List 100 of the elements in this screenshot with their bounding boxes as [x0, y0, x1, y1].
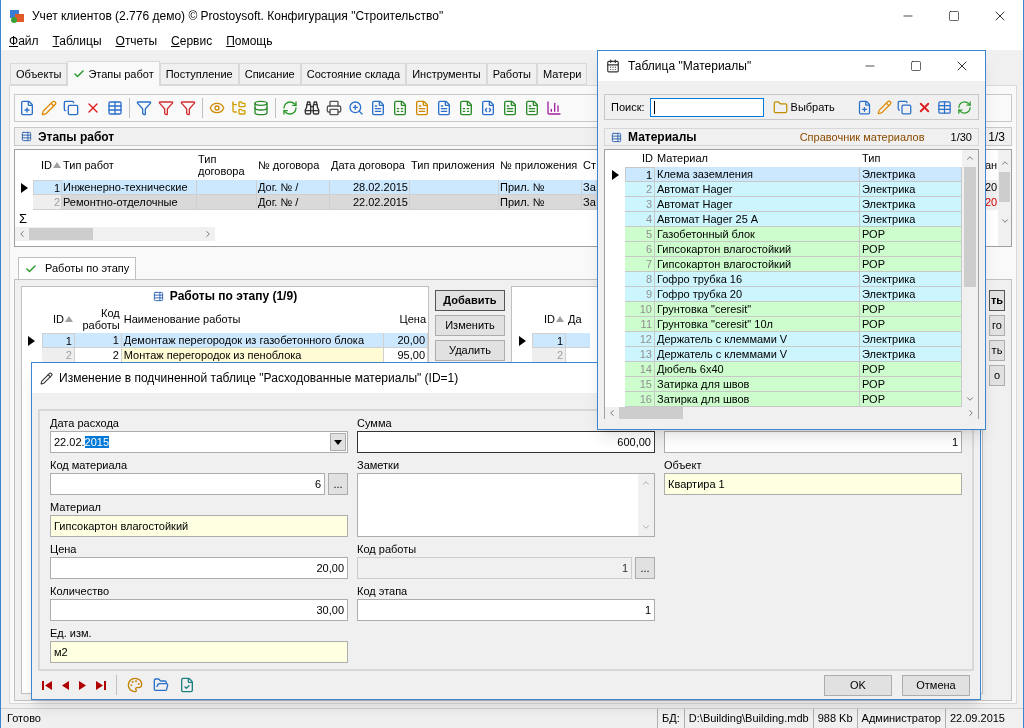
panel-title: Этапы работ: [38, 128, 115, 146]
date-field[interactable]: 22.02.2015: [50, 431, 348, 453]
column-header[interactable]: Цена: [384, 305, 428, 333]
tab[interactable]: Списание: [238, 63, 301, 85]
palette-icon[interactable]: [127, 677, 143, 693]
column-header[interactable]: Тип приложения: [410, 150, 499, 180]
scrollbar-thumb[interactable]: [29, 228, 93, 240]
field-label: Код этапа: [357, 586, 408, 599]
column-header[interactable]: № договора: [257, 150, 330, 180]
input-field[interactable]: Гипсокартон влагостойкий: [50, 515, 348, 537]
next-record-icon[interactable]: [79, 680, 86, 690]
refresh-icon[interactable]: [957, 99, 972, 115]
input-field[interactable]: 1: [664, 431, 962, 453]
input-field[interactable]: 30,00: [50, 599, 348, 621]
column-header[interactable]: Тип работ: [62, 150, 197, 180]
column-header[interactable]: Тип: [860, 150, 962, 167]
button[interactable]: Удалить: [435, 340, 505, 361]
file-add-icon[interactable]: [19, 100, 35, 116]
folder-icon[interactable]: [153, 677, 169, 693]
tab[interactable]: Поступление: [159, 63, 239, 85]
table-cell: 8: [625, 272, 655, 287]
pencil-icon[interactable]: [41, 100, 57, 116]
horizontal-scrollbar[interactable]: [605, 407, 978, 419]
copy-icon[interactable]: [63, 100, 79, 116]
vertical-scrollbar[interactable]: [962, 150, 978, 407]
scrollbar-thumb[interactable]: [619, 407, 683, 419]
scrollbar-thumb[interactable]: [964, 167, 976, 287]
input-field[interactable]: Квартира 1: [664, 473, 962, 495]
column-header[interactable]: ID: [532, 305, 566, 333]
tab[interactable]: Матери: [536, 63, 588, 85]
table-cell: РОР: [860, 242, 962, 257]
column-header[interactable]: № приложения: [499, 150, 582, 180]
panel-subtitle: Справочник материалов: [799, 129, 925, 145]
column-header[interactable]: ID: [41, 305, 75, 333]
scroll-left-icon: [17, 229, 27, 239]
column-header[interactable]: Код работы: [74, 305, 122, 333]
tab[interactable]: Этапы работ: [67, 61, 160, 86]
button[interactable]: Отмена: [902, 674, 970, 696]
column-header[interactable]: Наименование работы: [121, 305, 385, 333]
input-field[interactable]: 600,00: [357, 431, 655, 453]
button[interactable]: Изменить: [435, 315, 505, 336]
file-add-icon[interactable]: [857, 99, 872, 115]
tab[interactable]: Работы по этапу: [18, 257, 137, 279]
document-icon[interactable]: [179, 677, 195, 693]
button[interactable]: ть: [989, 340, 1005, 361]
button[interactable]: го: [989, 315, 1005, 336]
column-header[interactable]: Материал: [655, 150, 860, 167]
tab[interactable]: Объекты: [10, 63, 68, 85]
column-header[interactable]: Ст: [582, 150, 597, 180]
printer-icon[interactable]: [326, 100, 342, 116]
select-button[interactable]: Выбрать: [772, 98, 835, 116]
previous-record-icon[interactable]: [62, 680, 69, 690]
menu-item[interactable]: Файл: [9, 32, 39, 50]
tab[interactable]: Состояние склада: [300, 63, 407, 85]
menu-item[interactable]: Таблицы: [52, 32, 102, 50]
status-cell: БД:: [657, 709, 684, 728]
status-cell: 988 Kb: [812, 709, 857, 728]
column-header[interactable]: ID: [33, 150, 62, 180]
column-header[interactable]: ан: [985, 156, 998, 174]
menu-item[interactable]: Помощь: [226, 32, 273, 50]
search-field[interactable]: [649, 97, 764, 117]
button[interactable]: OK: [824, 674, 892, 696]
input-field[interactable]: м2: [50, 641, 348, 663]
button[interactable]: о: [989, 365, 1005, 386]
tab[interactable]: Работы: [486, 63, 537, 85]
input-field[interactable]: 20,00: [50, 557, 348, 579]
button[interactable]: Добавить: [435, 290, 505, 311]
document-icon[interactable]: [370, 100, 386, 116]
column-header[interactable]: ID: [625, 150, 655, 167]
scroll-right-icon: [203, 229, 213, 239]
folder-tree-icon[interactable]: [231, 100, 247, 116]
bar-chart-icon[interactable]: [546, 100, 562, 116]
filter-add-icon[interactable]: [136, 100, 152, 116]
pencil-icon[interactable]: [877, 99, 892, 115]
folder-icon: [772, 99, 788, 115]
tab[interactable]: Инструменты: [406, 63, 487, 85]
spreadsheet-icon[interactable]: [392, 100, 408, 116]
record-counter: 1/30: [950, 129, 972, 145]
panel-title: Работы по этапу (1/9): [169, 288, 298, 305]
column-header[interactable]: Дата договора: [330, 150, 410, 180]
column-header[interactable]: Да: [566, 305, 584, 333]
dropdown-button[interactable]: [330, 433, 346, 451]
browse-button[interactable]: ...: [328, 473, 348, 495]
column-header[interactable]: Тип договора: [197, 150, 257, 180]
last-record-icon[interactable]: [96, 680, 106, 690]
vertical-scrollbar[interactable]: [638, 474, 654, 536]
refresh-icon[interactable]: [282, 100, 298, 116]
first-record-icon[interactable]: [42, 680, 52, 690]
table-cell: Автомат Hager 25 А: [655, 212, 860, 227]
binoculars-icon[interactable]: [304, 100, 320, 116]
scrollbar-thumb[interactable]: [999, 172, 1010, 202]
notes-field[interactable]: [357, 473, 655, 537]
vertical-scrollbar[interactable]: [998, 150, 1011, 246]
copy-icon[interactable]: [897, 99, 912, 115]
horizontal-scrollbar[interactable]: [15, 227, 215, 241]
menu-item[interactable]: Сервис: [171, 32, 213, 50]
input-field[interactable]: 6: [50, 473, 325, 495]
menu-item[interactable]: Отчеты: [115, 32, 158, 50]
input-field[interactable]: 1: [357, 599, 655, 621]
button[interactable]: ть: [989, 290, 1005, 311]
